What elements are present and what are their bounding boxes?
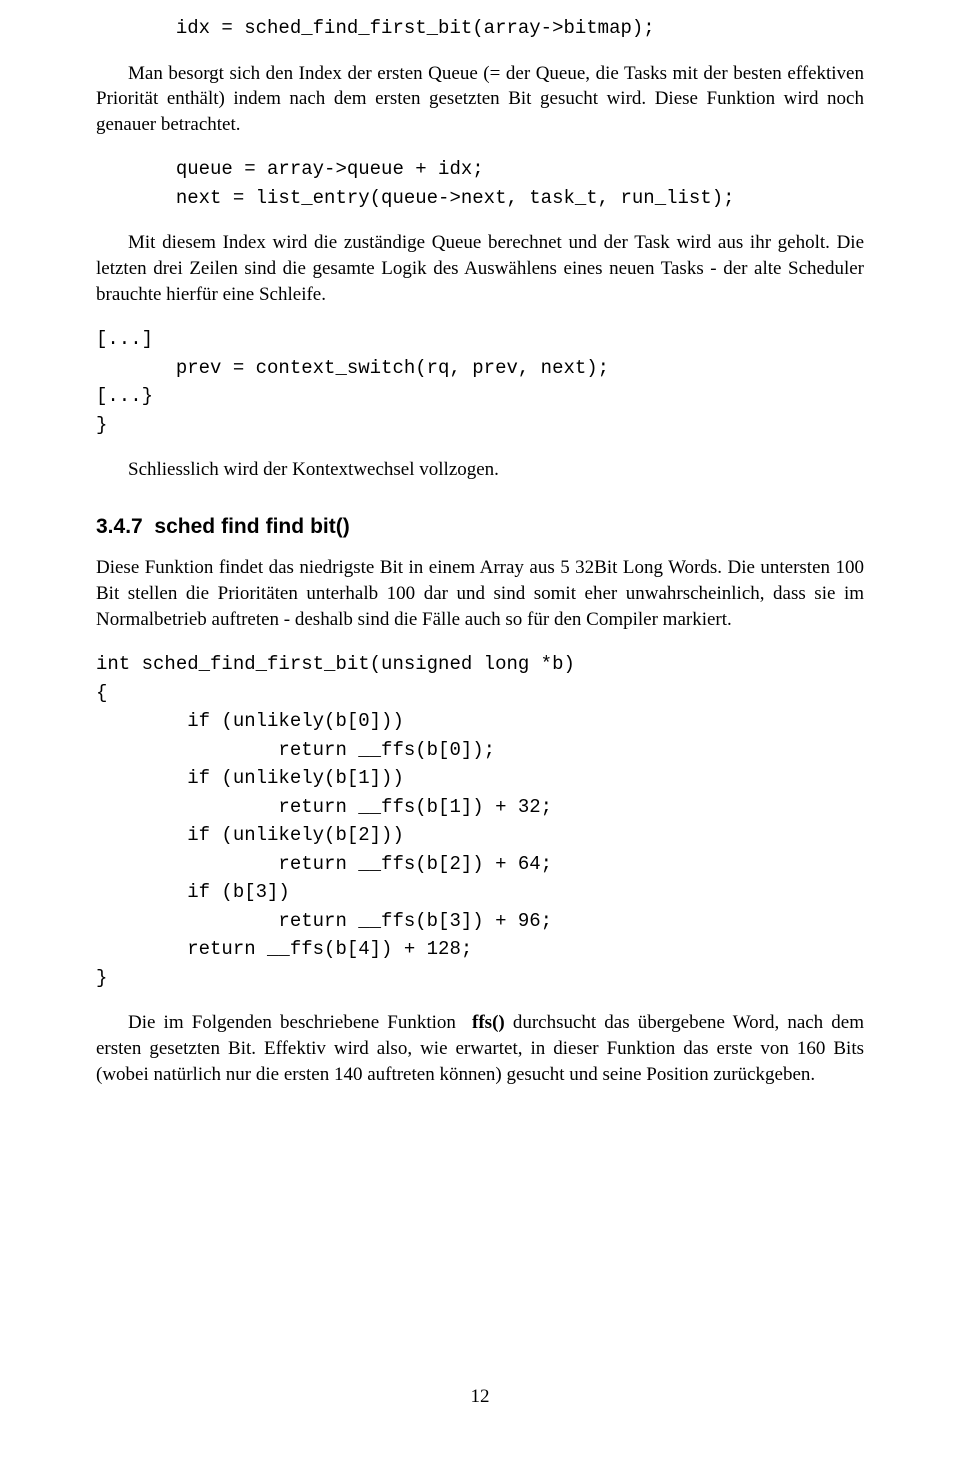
paragraph-1: Man besorgt sich den Index der ersten Qu… bbox=[96, 61, 864, 138]
code-block-4: int sched_find_first_bit(unsigned long *… bbox=[96, 650, 864, 992]
code-block-2: queue = array->queue + idx; next = list_… bbox=[96, 155, 864, 212]
para5-pre: Die im Folgenden beschriebene Funktion bbox=[128, 1012, 464, 1033]
paragraph-3: Schliesslich wird der Kontextwechsel vol… bbox=[96, 457, 864, 483]
bold-function-name: ffs() bbox=[464, 1012, 505, 1033]
page-number: 12 bbox=[0, 1384, 960, 1410]
code-block-3: [...] prev = context_switch(rq, prev, ne… bbox=[96, 325, 864, 439]
paragraph-2: Mit diesem Index wird die zuständige Que… bbox=[96, 230, 864, 307]
paragraph-5: Die im Folgenden beschriebene Funktion f… bbox=[96, 1010, 864, 1087]
paragraph-4: Diese Funktion findet das niedrigste Bit… bbox=[96, 555, 864, 632]
heading-title: schedfindfindbit() bbox=[154, 515, 349, 538]
section-heading-3-4-7: 3.4.7 schedfindfindbit() bbox=[96, 513, 864, 541]
heading-number: 3.4.7 bbox=[96, 515, 143, 538]
code-block-1: idx = sched_find_first_bit(array->bitmap… bbox=[96, 14, 864, 43]
